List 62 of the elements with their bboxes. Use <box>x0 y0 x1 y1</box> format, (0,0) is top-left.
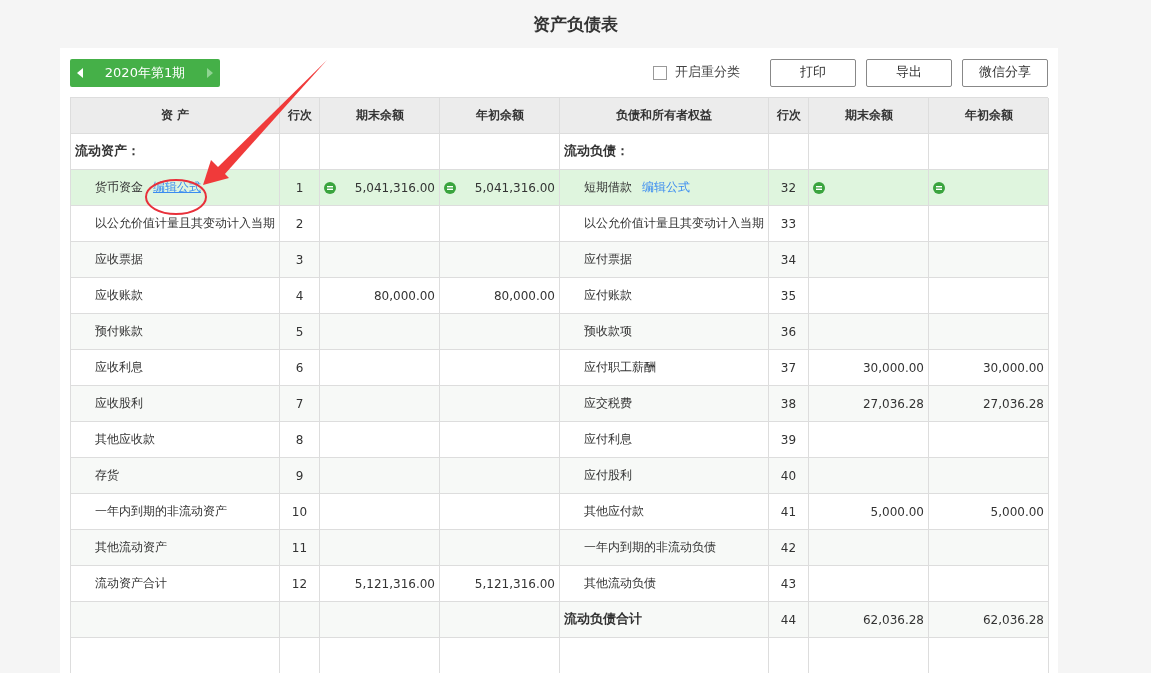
table-row[interactable]: 流动资产合计 12 5,121,316.00 5,121,316.00 其他流动负债 43 <box>71 566 1048 602</box>
amount: 5,000.00 <box>870 504 924 519</box>
amount: 62,036.28 <box>862 612 924 627</box>
amount: 27,036.28 <box>862 396 924 411</box>
row-label: 流动资产： <box>75 143 140 160</box>
row-label: 应收账款 <box>95 287 143 304</box>
amount: 80,000.00 <box>493 288 555 303</box>
row-label: 流动负债： <box>564 143 629 160</box>
row-label: 以公允价值计量且其变动计入当期 <box>584 215 764 232</box>
table-row[interactable]: 应收股利 7 应交税费 38 27,036.28 27,036.28 <box>71 386 1048 422</box>
amount: 80,000.00 <box>373 288 435 303</box>
row-label: 流动资产合计 <box>95 575 167 592</box>
table-row[interactable]: 应收票据 3 应付票据 34 <box>71 242 1048 278</box>
amount: 5,121,316.00 <box>354 576 435 591</box>
amount: 27,036.28 <box>982 396 1044 411</box>
table-row[interactable]: 其他应收款 8 应付利息 39 <box>71 422 1048 458</box>
table-row[interactable]: 预付账款 5 预收款项 36 <box>71 314 1048 350</box>
row-label: 以公允价值计量且其变动计入当期 <box>95 215 275 232</box>
table-row[interactable]: 应收利息 6 应付职工薪酬 37 30,000.00 30,000.00 <box>71 350 1048 386</box>
row-label: 存货 <box>95 467 119 484</box>
table-row[interactable]: 应收账款 4 80,000.00 80,000.00 应付账款 35 <box>71 278 1048 314</box>
amount: 5,121,316.00 <box>474 576 555 591</box>
row-label: 一年内到期的非流动负债 <box>584 539 716 556</box>
table-row[interactable]: 流动资产： 流动负债： <box>71 134 1048 170</box>
row-label: 货币资金 <box>95 179 143 196</box>
amount: 5,041,316.00 <box>354 180 435 195</box>
page-title: 资产负债表 <box>532 13 619 36</box>
amount: 62,036.28 <box>982 612 1044 627</box>
row-label: 预收款项 <box>584 323 632 340</box>
row-label: 预付账款 <box>95 323 143 340</box>
next-icon[interactable] <box>207 67 213 78</box>
row-label: 应付利息 <box>584 431 632 448</box>
amount: 30,000.00 <box>862 360 924 375</box>
annotation-circle <box>145 179 207 215</box>
row-label: 其他应付款 <box>584 503 644 520</box>
toolbar-button[interactable]: 导出 <box>866 58 952 87</box>
row-label: 应收股利 <box>95 395 143 412</box>
row-label: 流动负债合计 <box>564 611 642 628</box>
reclassify-checkbox[interactable]: 开启重分类 <box>653 64 740 81</box>
row-label: 应收票据 <box>95 251 143 268</box>
row-label: 应付职工薪酬 <box>584 359 656 376</box>
amount: 5,000.00 <box>990 504 1044 519</box>
row-label: 应收利息 <box>95 359 143 376</box>
row-label: 一年内到期的非流动资产 <box>95 503 227 520</box>
row-label: 应付票据 <box>584 251 632 268</box>
table-row[interactable]: 存货 9 应付股利 40 <box>71 458 1048 494</box>
previous-icon[interactable] <box>77 67 83 78</box>
amount: 5,041,316.00 <box>474 180 555 195</box>
toolbar-button[interactable]: 打印 <box>770 58 856 87</box>
row-label: 其他流动负债 <box>584 575 656 592</box>
row-label: 其他流动资产 <box>95 539 167 556</box>
table-row[interactable]: 以公允价值计量且其变动计入当期 2 以公允价值计量且其变动计入当期 33 <box>71 206 1048 242</box>
row-label: 应付账款 <box>584 287 632 304</box>
table-row[interactable]: 流动负债合计 44 62,036.28 62,036.28 <box>71 602 1048 638</box>
table-row[interactable]: 一年内到期的非流动资产 10 其他应付款 41 5,000.00 5,000.00 <box>71 494 1048 530</box>
row-label: 应交税费 <box>584 395 632 412</box>
row-label: 短期借款 <box>584 179 632 196</box>
row-label: 其他应收款 <box>95 431 155 448</box>
amount: 30,000.00 <box>982 360 1044 375</box>
row-label: 应付股利 <box>584 467 632 484</box>
table-row[interactable]: 其他流动资产 11 一年内到期的非流动负债 42 <box>71 530 1048 566</box>
toolbar-button[interactable]: 微信分享 <box>962 58 1048 87</box>
